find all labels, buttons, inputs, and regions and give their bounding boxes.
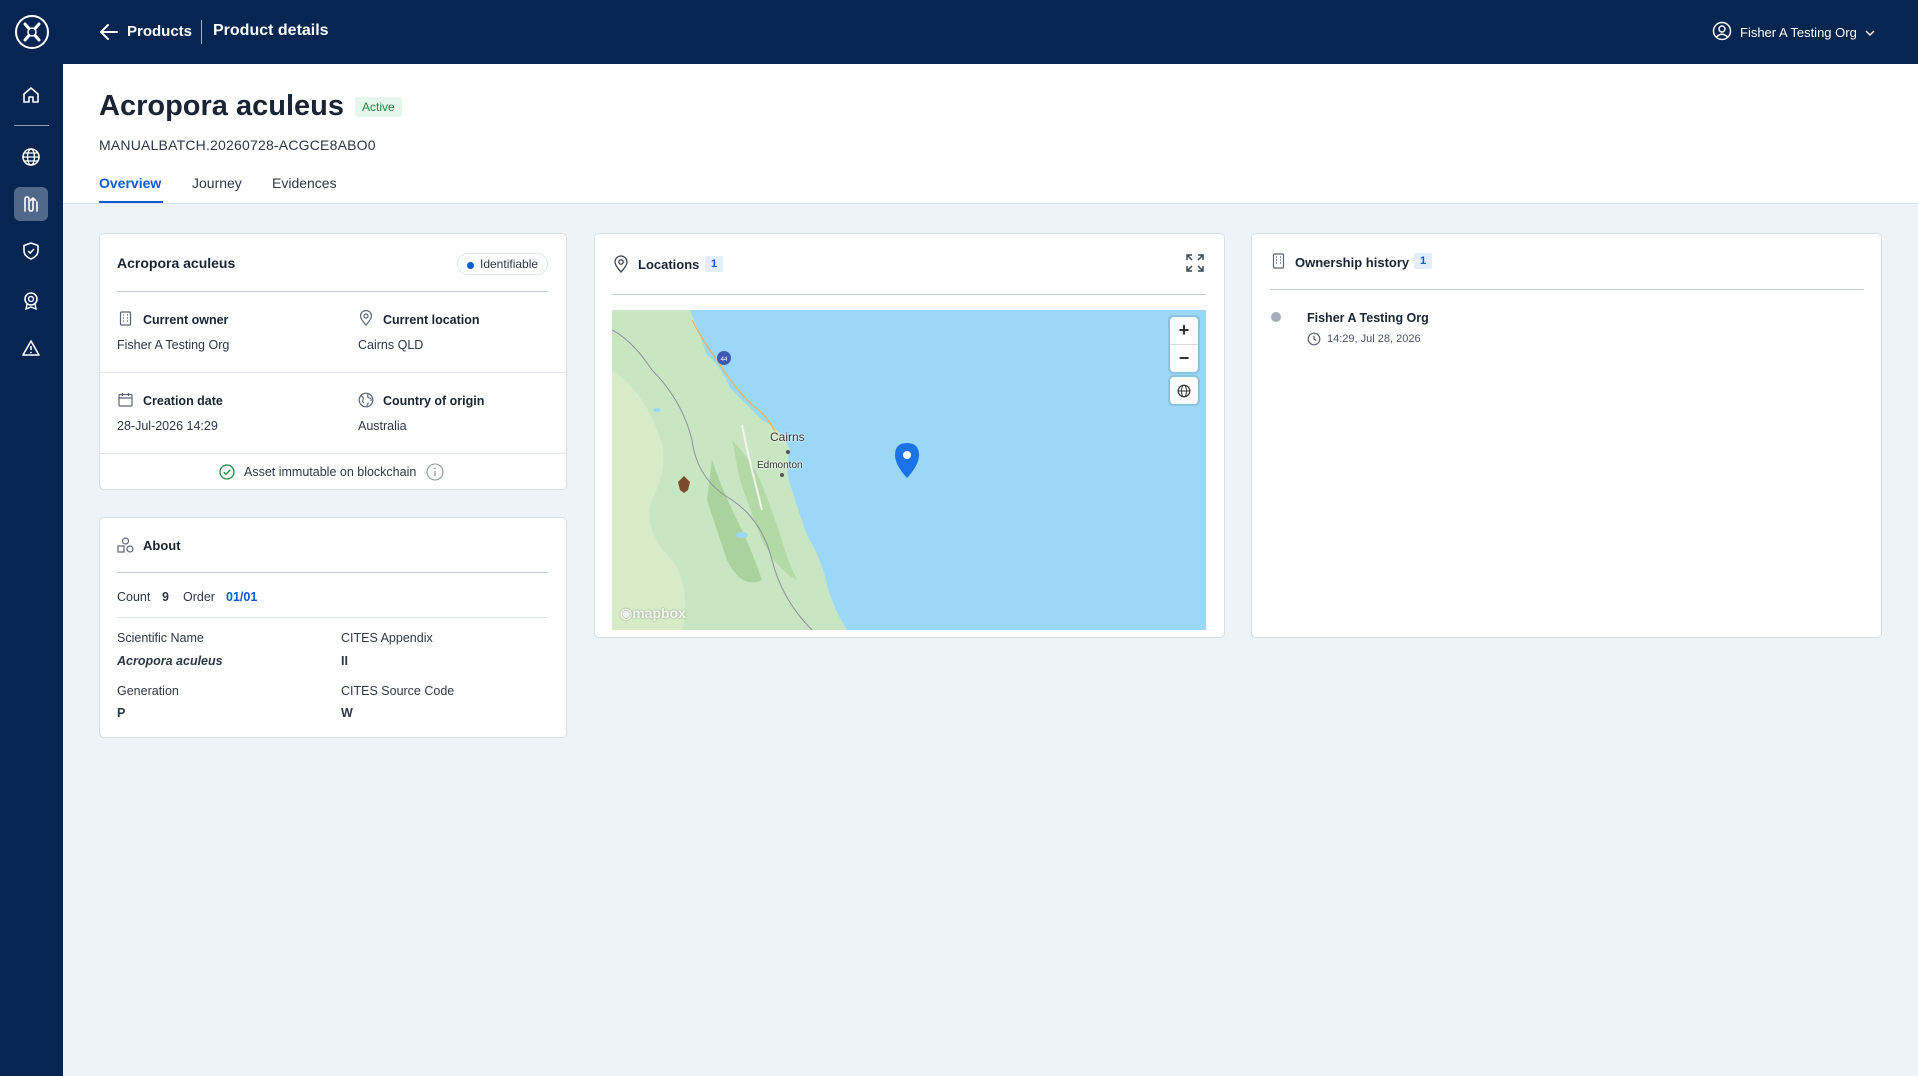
check-circle-icon xyxy=(219,464,235,485)
current-location-label: Current location xyxy=(383,313,480,327)
map-terrain: 44 xyxy=(612,310,1206,630)
batch-id: MANUALBATCH.20260728-ACGCE8ABO0 xyxy=(99,137,376,153)
country-origin-value: Australia xyxy=(358,419,407,433)
tab-overview[interactable]: Overview xyxy=(99,175,161,191)
ownership-count-badge: 1 xyxy=(1414,253,1433,269)
current-owner-label: Current owner xyxy=(143,313,229,327)
location-map[interactable]: 44 Cairns Edmonton ◉mapbox xyxy=(612,310,1206,630)
zoom-in-button[interactable]: + xyxy=(1170,317,1198,344)
cites-appendix-label: CITES Appendix xyxy=(341,631,433,645)
fullscreen-icon[interactable] xyxy=(1186,254,1204,277)
ownership-history-title: Ownership history xyxy=(1295,255,1410,270)
locations-title: Locations xyxy=(638,257,700,272)
scientific-name-label: Scientific Name xyxy=(117,631,204,645)
country-origin-label: Country of origin xyxy=(383,394,485,408)
creation-date-value: 28-Jul-2026 14:29 xyxy=(117,419,218,433)
shield-icon[interactable] xyxy=(14,234,48,268)
about-divider xyxy=(117,572,548,573)
tab-journey[interactable]: Journey xyxy=(192,175,242,191)
map-label-edmonton: Edmonton xyxy=(757,460,803,471)
identifiable-dot xyxy=(467,262,474,269)
building-icon xyxy=(119,311,132,331)
app-logo[interactable] xyxy=(15,15,49,49)
summary-row-divider xyxy=(100,372,566,373)
product-header: Acropora aculeus Active MANUALBATCH.2026… xyxy=(63,64,1918,204)
map-label-cairns: Cairns xyxy=(770,430,805,444)
back-arrow-icon[interactable] xyxy=(99,22,119,47)
sidebar xyxy=(0,0,63,1076)
cites-appendix-value: II xyxy=(341,654,348,668)
calendar-icon xyxy=(118,392,133,412)
mapbox-logo-icon: ◉ xyxy=(620,605,633,621)
warning-icon[interactable] xyxy=(14,331,48,365)
active-tab-indicator xyxy=(99,201,163,203)
home-icon[interactable] xyxy=(14,78,48,112)
ownership-entry-owner: Fisher A Testing Org xyxy=(1307,311,1429,325)
journey-icon[interactable] xyxy=(14,187,48,221)
blockchain-text: Asset immutable on blockchain xyxy=(244,465,417,479)
cites-source-code-value: W xyxy=(341,706,353,720)
order-label: Order xyxy=(183,590,215,604)
current-location-value: Cairns QLD xyxy=(358,338,424,352)
top-bar: Products Product details Fisher A Testin… xyxy=(63,0,1918,64)
globe-icon xyxy=(1177,384,1191,397)
breadcrumb-separator xyxy=(201,20,202,44)
summary-card-title: Acropora aculeus xyxy=(117,255,236,271)
generation-label: Generation xyxy=(117,684,179,698)
about-card-title: About xyxy=(143,538,181,553)
ownership-history-card xyxy=(1251,233,1882,638)
cites-source-code-label: CITES Source Code xyxy=(341,684,455,698)
current-owner-value: Fisher A Testing Org xyxy=(117,338,230,352)
count-value: 9 xyxy=(162,590,169,604)
zoom-out-button[interactable]: − xyxy=(1170,344,1198,371)
ownership-entry-time: 14:29, Jul 28, 2026 xyxy=(1327,333,1421,345)
tab-evidences[interactable]: Evidences xyxy=(272,175,337,191)
page-title: Product details xyxy=(213,22,329,39)
chevron-down-icon[interactable] xyxy=(1864,26,1876,44)
summary-divider xyxy=(117,291,548,292)
location-pin-icon xyxy=(359,309,373,331)
blockchain-divider xyxy=(100,453,566,454)
info-icon[interactable] xyxy=(426,463,444,486)
map-globe-button[interactable] xyxy=(1170,377,1198,404)
count-label: Count xyxy=(117,590,151,604)
sidebar-divider xyxy=(14,125,49,126)
locations-divider xyxy=(612,294,1206,295)
generation-value: P xyxy=(117,706,126,720)
status-badge: Active xyxy=(355,97,402,117)
breadcrumb-products-link[interactable]: Products xyxy=(127,23,192,40)
building-icon xyxy=(1272,253,1285,274)
identifiable-label: Identifiable xyxy=(480,257,539,271)
mapbox-attribution[interactable]: ◉mapbox xyxy=(620,605,686,622)
globe-icon[interactable] xyxy=(14,140,48,174)
location-pin-icon xyxy=(613,255,629,278)
svg-text:44: 44 xyxy=(721,357,728,363)
identifiable-pill: Identifiable xyxy=(457,253,549,275)
clock-icon xyxy=(1307,332,1321,351)
map-zoom-controls: + − xyxy=(1170,317,1198,372)
about-fields-divider xyxy=(117,617,548,618)
product-title: Acropora aculeus xyxy=(99,90,344,122)
timeline-dot xyxy=(1271,312,1281,322)
earth-icon xyxy=(358,392,374,413)
badge-icon[interactable] xyxy=(14,284,48,318)
locations-count-badge: 1 xyxy=(705,256,724,272)
mapbox-attribution-label: mapbox xyxy=(632,605,686,621)
user-menu-name[interactable]: Fisher A Testing Org xyxy=(1740,25,1857,40)
user-avatar-icon[interactable] xyxy=(1712,21,1732,46)
ownership-divider xyxy=(1270,289,1864,290)
scientific-name-value: Acropora aculeus xyxy=(117,654,223,668)
creation-date-label: Creation date xyxy=(143,394,223,408)
order-value: 01/01 xyxy=(226,590,258,604)
shapes-icon xyxy=(117,537,134,558)
